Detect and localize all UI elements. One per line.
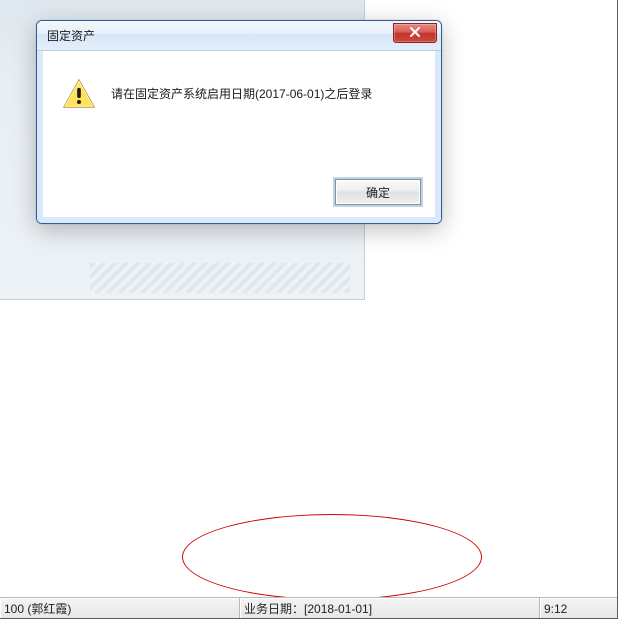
close-icon — [409, 26, 421, 40]
statusbar-date-label: 业务日期： — [244, 600, 304, 617]
status-bar: 100 (郭红霞) 业务日期： [2018-01-01] 9:12 — [0, 597, 618, 619]
statusbar-user-cell: 100 (郭红霞) — [0, 598, 240, 619]
message-dialog: 固定资产 请在固定资产系统启用日期(2017-06-01)之后登录 确定 — [36, 20, 442, 224]
dialog-titlebar[interactable]: 固定资产 — [37, 21, 441, 51]
statusbar-time: 9:12 — [544, 602, 567, 616]
ok-button[interactable]: 确定 — [335, 179, 421, 205]
dialog-content: 请在固定资产系统启用日期(2017-06-01)之后登录 — [43, 51, 435, 119]
annotation-ellipse — [182, 514, 482, 600]
close-button[interactable] — [393, 23, 437, 43]
statusbar-time-cell: 9:12 — [540, 598, 618, 619]
dialog-button-row: 确定 — [335, 179, 421, 205]
warning-triangle-icon — [63, 79, 95, 109]
dialog-title: 固定资产 — [47, 21, 95, 51]
statusbar-user: 100 (郭红霞) — [4, 600, 71, 617]
dialog-message: 请在固定资产系统启用日期(2017-06-01)之后登录 — [111, 79, 372, 103]
dialog-body: 请在固定资产系统启用日期(2017-06-01)之后登录 确定 — [37, 51, 441, 223]
decorative-stripes — [90, 263, 350, 293]
statusbar-date-value: [2018-01-01] — [304, 602, 372, 616]
statusbar-date-cell: 业务日期： [2018-01-01] — [240, 598, 540, 619]
